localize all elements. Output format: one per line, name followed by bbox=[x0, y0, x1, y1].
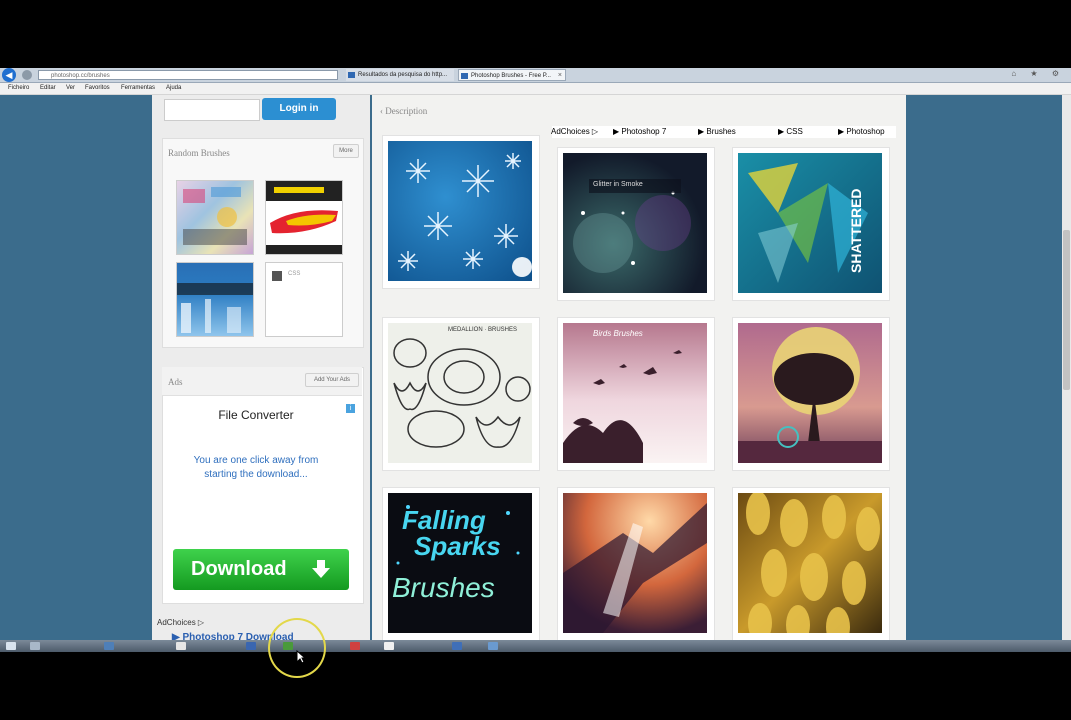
menu-file[interactable]: Ficheiro bbox=[8, 84, 29, 93]
start-button-icon[interactable] bbox=[6, 642, 16, 650]
sticker-thumb-image bbox=[183, 187, 247, 245]
sparks-caption-1: Falling bbox=[402, 505, 486, 535]
taskbar-app-icon[interactable] bbox=[452, 642, 462, 650]
tab-favicon-icon bbox=[348, 72, 355, 78]
letterbox-bottom bbox=[0, 652, 1071, 720]
taskbar-app-icon[interactable] bbox=[104, 642, 114, 650]
random-brushes-title: Random Brushes bbox=[168, 148, 230, 158]
birds-caption: Birds Brushes bbox=[593, 329, 643, 338]
brush-image-birds: Birds Brushes bbox=[563, 323, 707, 463]
ornament-graphic bbox=[393, 338, 531, 448]
scrollbar-thumb[interactable] bbox=[1063, 230, 1070, 390]
tree-moon-graphic bbox=[738, 327, 882, 463]
brush-image-shattered: SHATTERED bbox=[738, 153, 882, 293]
letterbox-top bbox=[0, 0, 1071, 68]
taskbar-app-icon[interactable] bbox=[176, 642, 186, 650]
menu-help[interactable]: Ajuda bbox=[166, 84, 181, 93]
address-text: photoshop.cc/brushes bbox=[51, 73, 110, 79]
leaves-graphic bbox=[746, 493, 880, 633]
ad-link-photoshop-7[interactable]: ▶ Photoshop 7 bbox=[613, 127, 666, 137]
cursor-highlight-ring bbox=[268, 618, 326, 678]
ornament-caption: MEDALLION · BRUSHES bbox=[448, 327, 518, 333]
adchoices-label[interactable]: AdChoices ▷ bbox=[551, 127, 598, 137]
login-button[interactable]: Login in bbox=[262, 98, 336, 120]
ad-title[interactable]: File Converter bbox=[164, 408, 348, 422]
download-arrow-icon bbox=[312, 560, 330, 578]
random-brush-thumb[interactable] bbox=[176, 180, 254, 255]
taskbar-app-icon[interactable] bbox=[350, 642, 360, 650]
ad-link-brushes[interactable]: ▶ Brushes bbox=[698, 127, 736, 137]
menu-edit[interactable]: Editar bbox=[40, 84, 56, 93]
menu-bar bbox=[0, 83, 1071, 95]
brush-image-ornaments: MEDALLION · BRUSHES bbox=[388, 323, 532, 463]
taskbar bbox=[0, 640, 1071, 652]
random-brush-thumb[interactable] bbox=[265, 180, 343, 255]
shattered-caption: SHATTERED bbox=[848, 188, 864, 273]
address-bar[interactable]: photoshop.cc/brushes bbox=[38, 70, 338, 149]
menu-tools[interactable]: Ferramentas bbox=[121, 84, 155, 93]
back-button[interactable]: ◀ bbox=[2, 68, 16, 82]
adchoices-label[interactable]: AdChoices ▷ bbox=[157, 618, 204, 627]
mouse-cursor-icon bbox=[296, 650, 306, 664]
random-brush-thumb[interactable] bbox=[176, 262, 254, 337]
tab-label: Resultados da pesquisa do http... bbox=[358, 72, 448, 78]
tab-label: Photoshop Brushes - Free P... bbox=[471, 73, 551, 79]
menu-favorites[interactable]: Favoritos bbox=[85, 84, 110, 93]
glitter-graphic bbox=[573, 179, 691, 273]
snowflake-graphic bbox=[398, 153, 532, 277]
tab-favicon-icon bbox=[461, 73, 468, 79]
add-your-ads-button[interactable]: Add Your Ads bbox=[305, 373, 359, 387]
grunge-thumb-image bbox=[177, 283, 253, 333]
sparks-caption-2: Sparks bbox=[414, 531, 501, 561]
menu-view[interactable]: Ver bbox=[66, 84, 75, 93]
taskbar-app-icon[interactable] bbox=[30, 642, 40, 650]
brush-image-falling-sparks: Falling Sparks Brushes bbox=[388, 493, 532, 633]
ad-link-photoshop[interactable]: ▶ Photoshop bbox=[838, 127, 885, 137]
light-burst-graphic bbox=[563, 503, 707, 633]
back-arrow-icon: ◀ bbox=[5, 70, 13, 80]
taskbar-app-icon[interactable] bbox=[384, 642, 394, 650]
ads-title: Ads bbox=[168, 377, 183, 387]
download-label: Download bbox=[191, 558, 287, 580]
browser-toolbar-icons[interactable]: ⌂ ★ ⚙ bbox=[1011, 69, 1065, 78]
tab-photoshop-brushes[interactable]: Photoshop Brushes - Free P... × bbox=[458, 69, 566, 81]
login-input[interactable] bbox=[164, 99, 260, 121]
more-button[interactable]: More bbox=[333, 144, 359, 158]
ad-text-line-1[interactable]: You are one click away from bbox=[164, 454, 348, 468]
sparks-caption-3: Brushes bbox=[392, 572, 495, 603]
birds-graphic bbox=[563, 350, 682, 463]
glitter-caption: Glitter in Smoke bbox=[593, 181, 643, 188]
taskbar-app-icon[interactable] bbox=[488, 642, 498, 650]
brush-image-snowflakes bbox=[388, 141, 532, 281]
tab-close-icon[interactable]: × bbox=[558, 70, 562, 80]
random-css-thumb[interactable]: CSS bbox=[265, 262, 343, 337]
forward-button[interactable] bbox=[22, 70, 32, 80]
ad-link-css[interactable]: ▶ CSS bbox=[778, 127, 803, 137]
brush-image-tree-moon bbox=[738, 323, 882, 463]
tab-search-results[interactable]: Resultados da pesquisa do http... bbox=[346, 69, 454, 81]
taskbar-app-icon[interactable] bbox=[246, 642, 256, 650]
ad-text-line-2[interactable]: starting the download... bbox=[164, 468, 348, 482]
css-file-icon bbox=[272, 271, 282, 281]
brushstroke-thumb-image bbox=[266, 181, 342, 254]
brush-image-light-burst bbox=[563, 493, 707, 633]
description-heading: ‹ Description bbox=[380, 106, 428, 116]
brush-image-glitter-smoke: Glitter in Smoke bbox=[563, 153, 707, 293]
brush-image-leaves bbox=[738, 493, 882, 633]
css-label: CSS bbox=[288, 271, 301, 277]
